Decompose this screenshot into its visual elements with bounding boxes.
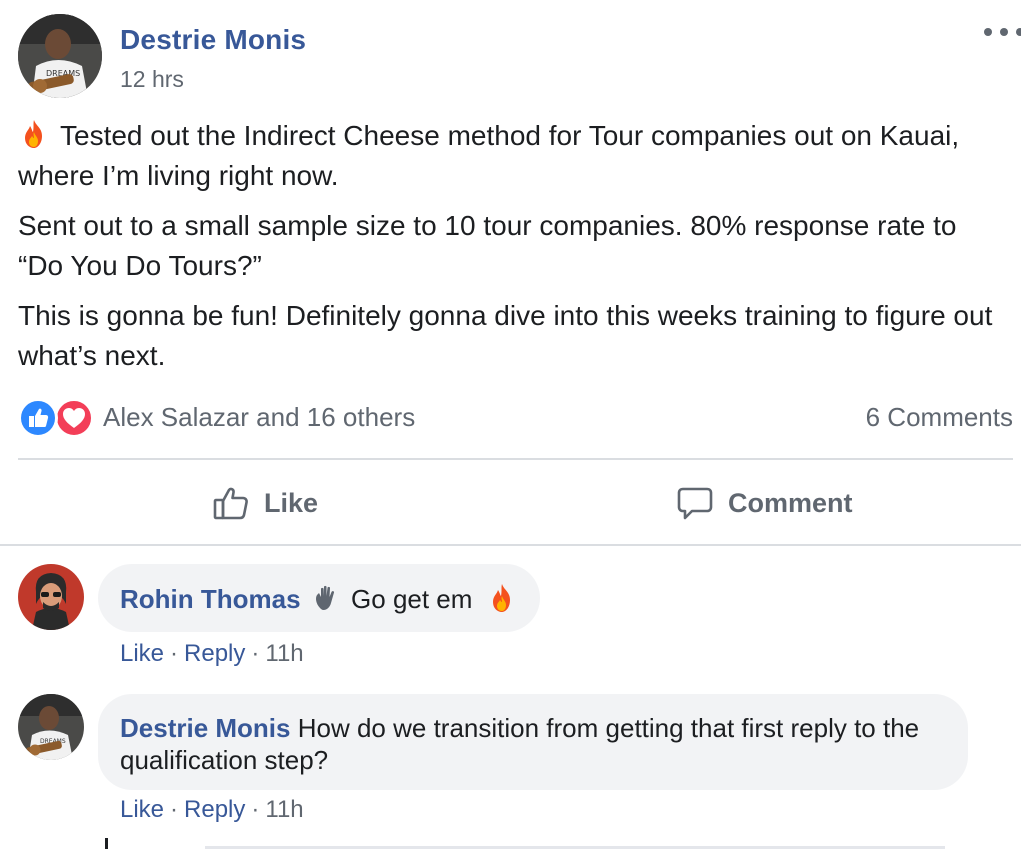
post-paragraph-2: Sent out to a small sample size to 10 to… (18, 210, 957, 281)
commenter-avatar[interactable]: DREAMS (18, 694, 84, 760)
commenter-avatar[interactable] (18, 564, 84, 630)
post-action-bar: Like Comment (0, 462, 1021, 544)
comment-time[interactable]: 11h (265, 640, 303, 667)
divider (18, 458, 1013, 460)
love-reaction-icon (54, 398, 94, 438)
comment-button[interactable]: Comment (676, 480, 853, 526)
comment-meta: Like · Reply · 11h (120, 796, 304, 824)
like-button-label: Like (264, 487, 319, 518)
comment-bubble-icon (677, 487, 713, 520)
comment-bubble: Rohin Thomas Go get em (98, 564, 540, 632)
comments-count[interactable]: 6 Comments (866, 402, 1013, 433)
comment-like-link[interactable]: Like (120, 640, 164, 667)
author-avatar[interactable]: DREAMS (18, 14, 102, 98)
post-header: DREAMS Destrie Monis 12 hrs (18, 14, 1021, 98)
like-reaction-icon (18, 398, 58, 438)
post-timestamp[interactable]: 12 hrs (120, 66, 184, 93)
comment-reply-link[interactable]: Reply (184, 640, 245, 667)
divider (0, 544, 1021, 546)
reply-thread-line (105, 838, 108, 849)
commenter-name[interactable]: Destrie Monis (120, 713, 291, 743)
comment-text: Go get em (351, 584, 473, 614)
fire-emoji-icon (492, 584, 510, 612)
separator: · (251, 796, 260, 823)
reactors-text[interactable]: Alex Salazar and 16 others (103, 402, 415, 433)
commenter-name[interactable]: Rohin Thomas (120, 584, 301, 614)
more-options-icon[interactable] (984, 20, 1021, 44)
fire-emoji-icon (25, 120, 42, 148)
comment-like-link[interactable]: Like (120, 796, 164, 823)
post-author-name[interactable]: Destrie Monis (120, 24, 306, 56)
separator: · (170, 796, 179, 823)
thumbs-up-icon (213, 487, 248, 520)
reaction-icons[interactable] (18, 398, 98, 438)
wave-hand-emoji-icon (315, 585, 334, 610)
post-body: Tested out the Indirect Cheese method fo… (18, 116, 1008, 386)
comment-reply-link[interactable]: Reply (184, 796, 245, 823)
post-paragraph-1-text: Tested out the Indirect Cheese method fo… (18, 120, 960, 191)
reactions-summary: Alex Salazar and 16 others 6 Comments (18, 396, 1013, 440)
separator: · (170, 640, 179, 667)
comment-item: DREAMS Destrie Monis How do we transitio… (18, 694, 1008, 834)
post-paragraph-3: This is gonna be fun! Definitely gonna d… (18, 300, 993, 371)
separator: · (251, 640, 260, 667)
comment-meta: Like · Reply · 11h (120, 640, 304, 668)
comment-time[interactable]: 11h (265, 796, 303, 823)
post-paragraph-1: Tested out the Indirect Cheese method fo… (18, 116, 1008, 196)
like-button[interactable]: Like (212, 480, 318, 526)
comment-bubble: Destrie Monis How do we transition from … (98, 694, 968, 790)
comment-item: Rohin Thomas Go get em Like · Reply · 11h (18, 564, 1008, 674)
comment-button-label: Comment (728, 487, 853, 518)
